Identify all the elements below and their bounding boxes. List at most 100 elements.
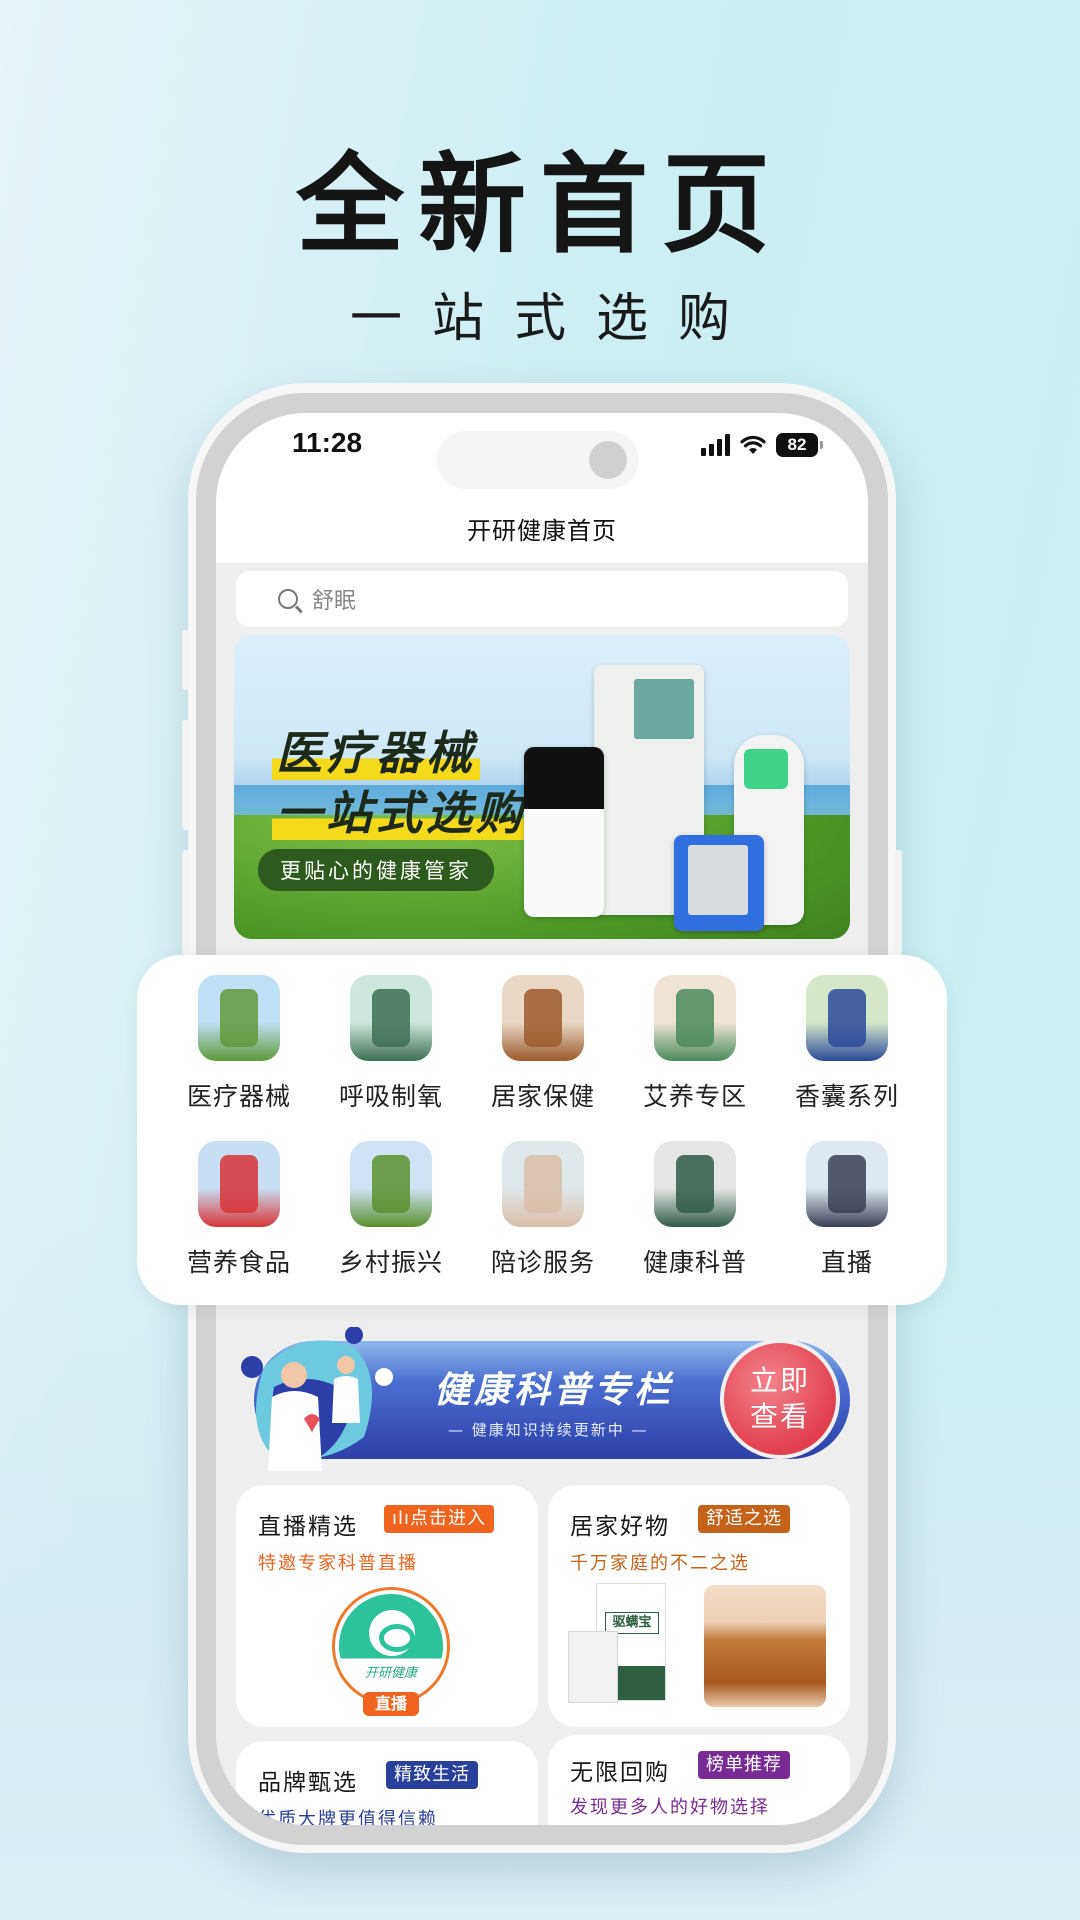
nutrition-food-icon [198,1141,280,1227]
category-item[interactable]: 健康科普 [619,1141,771,1279]
live-logo: 开研健康 直播 [332,1587,450,1716]
promo-headline: 全新首页 [295,143,784,268]
category-item[interactable]: 陪诊服务 [467,1141,619,1279]
view-now-line2: 查看 [749,1400,810,1433]
wifi-icon [740,435,766,454]
feature-card-live[interactable]: 直播精选 ılı点击进入 特邀专家科普直播 开研健康 直播 [236,1485,538,1727]
foot-tub-product-image [704,1585,826,1707]
battery-icon: 82 [776,433,823,457]
blood-pressure-monitor-image [674,835,764,931]
phone-side-button [182,850,190,960]
category-item[interactable]: 香囊系列 [771,975,923,1113]
health-science-icon [654,1141,736,1227]
cabinet-screen [634,679,694,739]
category-label: 营养食品 [186,1248,291,1277]
hero-title-line2: 一站式选购 [272,786,530,840]
hero-tagline: 更贴心的健康管家 [258,849,494,891]
category-thumbnail [524,989,562,1047]
status-bar: 11:28 82 开研健康首页 [216,413,868,563]
card-tag[interactable]: ılı点击进入 [384,1505,495,1533]
escort-service-icon [502,1141,584,1227]
logo-text: 开研健康 [364,1666,417,1681]
search-placeholder: 舒眠 [312,589,357,614]
signal-icon [701,434,730,456]
category-label: 艾养专区 [642,1082,747,1111]
card-title: 品牌甄选 [258,1770,358,1796]
search-icon [278,589,298,609]
thermometer-screen [744,749,788,789]
oxygen-icon [350,975,432,1061]
status-icons: 82 [701,433,823,457]
card-title: 直播精选 [258,1514,358,1540]
bp-screen [688,845,748,915]
category-label: 香囊系列 [794,1082,899,1111]
category-item[interactable]: 居家保健 [467,975,619,1113]
live-badge: 直播 [363,1692,419,1716]
banner-subtitle: — 健康知识持续更新中 — [448,1421,649,1439]
feature-card-repurchase[interactable]: 无限回购 榜单推荐 发现更多人的好物选择 [548,1735,850,1825]
search-input[interactable]: 舒眠 [236,571,848,627]
category-thumbnail [676,1155,714,1213]
promo-subheadline: 一站式选购 [349,289,760,349]
home-care-icon [502,975,584,1061]
card-subtitle: 发现更多人的好物选择 [570,1797,770,1818]
category-label: 呼吸制氧 [338,1082,443,1111]
sachet-icon [806,975,888,1061]
moxibustion-icon [654,975,736,1061]
doctor-illustration-icon [241,1327,393,1471]
category-thumbnail [372,989,410,1047]
category-thumbnail [676,989,714,1047]
category-label: 乡村振兴 [338,1248,443,1277]
phone-side-button [182,630,190,690]
feature-card-brand[interactable]: 品牌甄选 精致生活 优质大牌更值得信赖 [236,1741,538,1825]
category-label: 居家保健 [490,1082,595,1111]
category-thumbnail [524,1155,562,1213]
category-grid-card: 医疗器械 呼吸制氧 居家保健 艾养专区 香囊系列营养食品 乡村振兴 陪诊服务 健康科普 直播 [137,955,947,1305]
card-tag[interactable]: 精致生活 [386,1761,478,1789]
category-item[interactable]: 呼吸制氧 [315,975,467,1113]
hero-banner[interactable]: 医疗器械 一站式选购 更贴心的健康管家 [234,635,850,939]
category-thumbnail [220,989,258,1047]
logo-circle: 开研健康 [339,1594,443,1698]
hero-title: 医疗器械 一站式选购 [272,723,530,843]
page-title: 开研健康首页 [467,517,617,545]
health-science-banner[interactable]: 健康科普专栏 — 健康知识持续更新中 — 立即 查看 [234,1327,850,1471]
rural-revitalization-icon [350,1141,432,1227]
category-label: 医疗器械 [186,1082,291,1111]
hero-title-line1: 医疗器械 [272,726,480,780]
category-label: 健康科普 [642,1248,747,1277]
product-pad-image [568,1631,618,1703]
camera-icon [589,441,627,479]
card-title: 居家好物 [570,1514,670,1540]
category-item[interactable]: 医疗器械 [163,975,315,1113]
category-item[interactable]: 营养食品 [163,1141,315,1279]
category-thumbnail [220,1155,258,1213]
category-item[interactable]: 乡村振兴 [315,1141,467,1279]
view-now-line1: 立即 [749,1364,810,1397]
oxygen-screen [524,747,604,809]
category-label: 直播 [820,1248,873,1277]
banner-title: 健康科普专栏 [434,1370,675,1411]
category-grid: 医疗器械 呼吸制氧 居家保健 艾养专区 香囊系列营养食品 乡村振兴 陪诊服务 健康科普 直播 [163,975,923,1279]
brand-logo-icon [369,1610,415,1656]
category-thumbnail [828,1155,866,1213]
category-item[interactable]: 艾养专区 [619,975,771,1113]
live-camera-icon [806,1141,888,1227]
card-title: 无限回购 [570,1760,670,1786]
status-time: 11:28 [292,427,363,458]
category-thumbnail [372,1155,410,1213]
card-subtitle: 优质大牌更值得信赖 [258,1809,438,1825]
phone-side-button [182,720,190,830]
category-label: 陪诊服务 [490,1248,595,1277]
category-item[interactable]: 直播 [771,1141,923,1279]
card-subtitle: 特邀专家科普直播 [258,1553,418,1574]
card-tag[interactable]: 榜单推荐 [698,1751,790,1779]
card-tag[interactable]: 舒适之选 [698,1505,790,1533]
card-subtitle: 千万家庭的不二之选 [570,1553,750,1574]
oxygen-concentrator-image [524,747,604,917]
view-now-button[interactable]: 立即 查看 [720,1339,840,1459]
medical-device-icon [198,975,280,1061]
category-thumbnail [828,989,866,1047]
feature-card-home-goods[interactable]: 居家好物 舒适之选 千万家庭的不二之选 驱螨宝 [548,1485,850,1727]
dynamic-island [437,431,639,489]
